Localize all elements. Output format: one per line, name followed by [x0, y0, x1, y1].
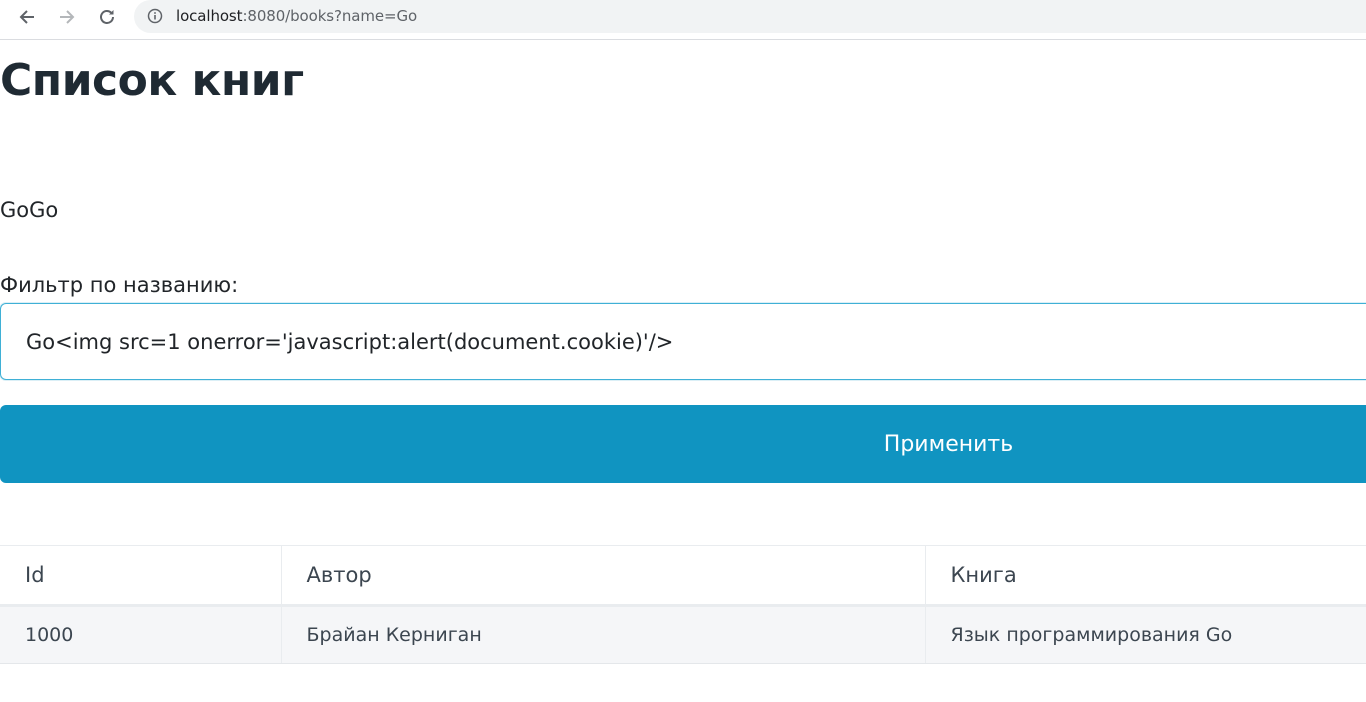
- reload-icon: [100, 10, 114, 24]
- books-table: Id Автор Книга 1000 Брайан Керниган Язык…: [0, 545, 1366, 664]
- apply-button[interactable]: Применить: [0, 405, 1366, 483]
- address-bar[interactable]: localhost:8080/books?name=Go: [134, 0, 1366, 33]
- back-arrow-icon: [19, 10, 34, 24]
- search-echo-text: GoGo: [0, 198, 59, 222]
- reload-button[interactable]: [92, 4, 122, 30]
- column-header-id: Id: [0, 545, 281, 607]
- page-title: Список книг: [0, 55, 304, 106]
- forward-button[interactable]: [52, 4, 82, 30]
- url-host: localhost: [176, 7, 243, 25]
- browser-toolbar: localhost:8080/books?name=Go: [0, 0, 1366, 40]
- table-header-row: Id Автор Книга: [0, 545, 1366, 607]
- filter-label: Фильтр по названию:: [0, 273, 239, 297]
- filter-input[interactable]: [0, 303, 1366, 380]
- forward-arrow-icon: [60, 10, 75, 24]
- url-path: :8080/books?name=Go: [242, 7, 418, 25]
- cell-book: Язык программирования Go: [924, 605, 1366, 664]
- table-row: 1000 Брайан Керниган Язык программирован…: [0, 605, 1366, 664]
- column-header-author: Автор: [280, 545, 925, 607]
- column-header-book: Книга: [924, 545, 1366, 607]
- cell-author: Брайан Керниган: [280, 605, 925, 664]
- info-icon[interactable]: [147, 8, 163, 24]
- cell-id: 1000: [0, 605, 281, 664]
- back-button[interactable]: [12, 4, 42, 30]
- url-text[interactable]: localhost:8080/books?name=Go: [176, 7, 417, 25]
